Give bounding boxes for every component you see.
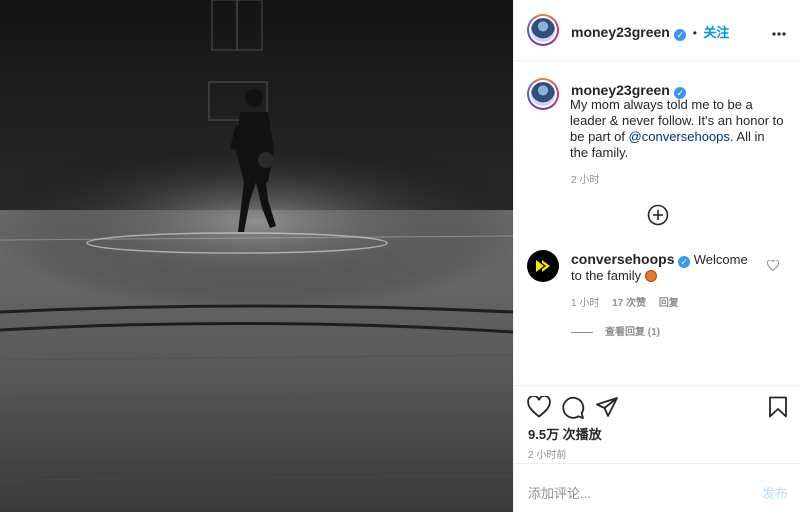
follow-button[interactable]: 关注 xyxy=(703,25,729,40)
separator-dot: • xyxy=(692,26,697,40)
verified-icon: ✓ xyxy=(674,29,687,41)
header-username[interactable]: money23green xyxy=(571,24,670,40)
post-comment-button[interactable]: 发布 xyxy=(762,483,788,502)
instagram-post: money23green ✓ • 关注 money23green ✓ My mo… xyxy=(0,0,800,512)
replies-line xyxy=(571,331,593,333)
mention-link[interactable]: @conversehoops xyxy=(629,129,730,144)
view-replies-button[interactable]: 查看回复 (1) xyxy=(571,323,660,338)
plus-circle-icon[interactable] xyxy=(647,204,669,231)
converse-avatar[interactable] xyxy=(527,250,559,282)
verified-icon: ✓ xyxy=(678,256,691,268)
basketball xyxy=(258,152,274,168)
comment-input[interactable]: 添加评论... xyxy=(528,483,591,502)
view-replies-label: 查看回复 (1) xyxy=(605,327,660,338)
caption-text: My mom always told me to be a leader & n… xyxy=(570,97,785,161)
video-frame xyxy=(0,0,513,512)
post-video[interactable] xyxy=(0,0,513,512)
caption-time: 2 小时 xyxy=(571,175,600,186)
basketball-emoji xyxy=(644,270,657,282)
share-icon[interactable] xyxy=(595,396,619,423)
post-header: money23green ✓ • 关注 xyxy=(514,0,800,61)
heart-icon[interactable] xyxy=(527,394,551,423)
comment-username[interactable]: conversehoops xyxy=(571,251,674,267)
avatar[interactable] xyxy=(527,14,559,46)
reply-button[interactable]: 回复 xyxy=(659,298,679,309)
comment-heart-icon[interactable] xyxy=(766,258,780,276)
add-comment-bar: 添加评论... 发布 xyxy=(514,463,800,513)
post-sidebar: money23green ✓ • 关注 money23green ✓ My mo… xyxy=(513,0,800,512)
more-horizontal-icon[interactable] xyxy=(772,20,786,41)
comment-icon[interactable] xyxy=(561,396,585,425)
caption-avatar[interactable] xyxy=(527,78,559,110)
posted-time: 2 小时前 xyxy=(528,450,567,461)
comment-likes[interactable]: 17 次赞 xyxy=(612,298,646,309)
comment-time: 1 小时 xyxy=(571,298,600,309)
views-count[interactable]: 9.5万 次播放 xyxy=(528,424,602,443)
bookmark-icon[interactable] xyxy=(768,396,788,423)
caption-username[interactable]: money23green xyxy=(571,82,670,98)
